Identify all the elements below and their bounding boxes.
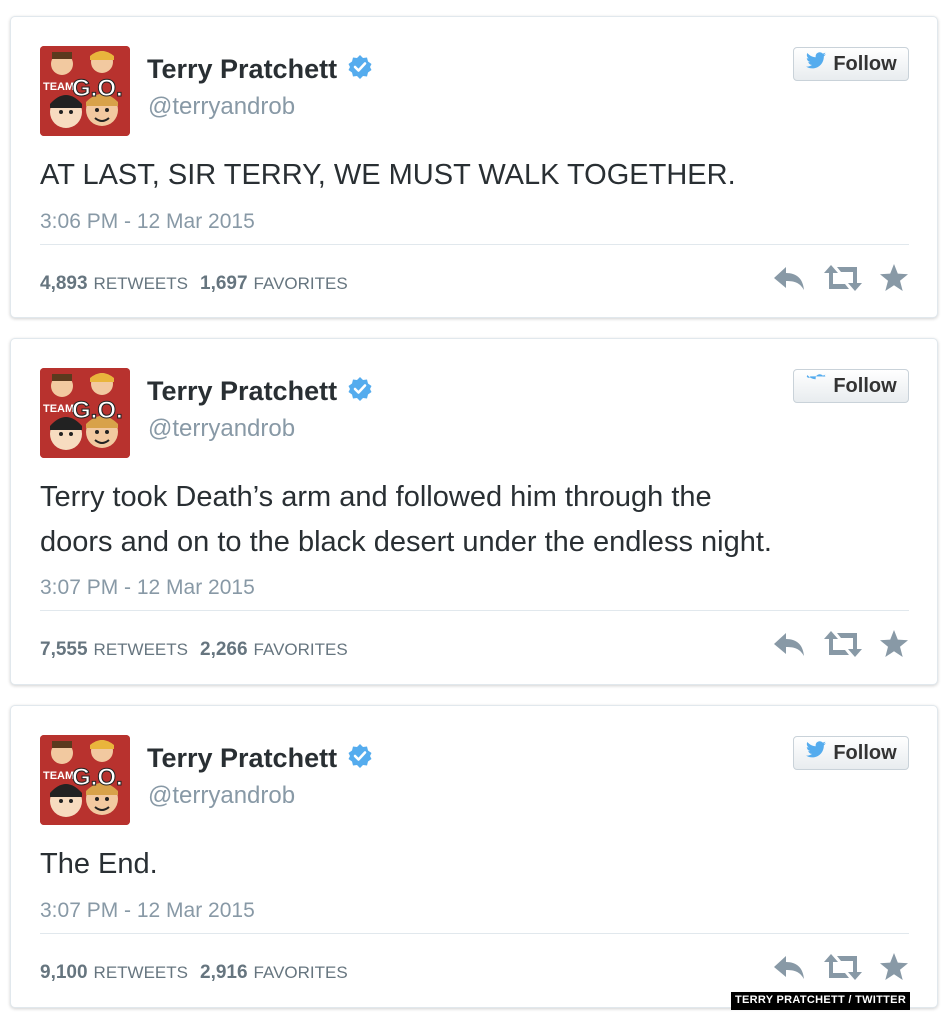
- name-row: Terry Pratchett: [147, 51, 373, 87]
- retweets-label[interactable]: RETWEETS: [94, 963, 188, 983]
- image-credit: TERRY PRATCHETT / TWITTER: [731, 992, 911, 1010]
- retweet-icon[interactable]: [823, 629, 863, 664]
- tweet-stats: 7,555 RETWEETS 2,266 FAVORITES: [40, 639, 360, 661]
- verified-badge-icon: [347, 54, 373, 85]
- user-name[interactable]: Terry Pratchett: [147, 743, 337, 774]
- tweet-card: TEAM G.O. Terry Pratchett @terryandrob F…: [10, 338, 938, 685]
- twitter-bird-icon: [805, 52, 827, 76]
- user-name[interactable]: Terry Pratchett: [147, 54, 337, 85]
- tweet-timestamp[interactable]: 3:07 PM - 12 Mar 2015: [40, 576, 255, 600]
- tweet-actions: [771, 952, 925, 987]
- retweet-count[interactable]: 9,100: [40, 962, 88, 984]
- tweet-text-line: Terry took Death’s arm and followed him …: [40, 481, 712, 513]
- verified-badge-icon: [347, 743, 373, 774]
- retweets-label[interactable]: RETWEETS: [94, 640, 188, 660]
- favorite-count[interactable]: 2,266: [200, 639, 248, 661]
- tweet-timestamp[interactable]: 3:07 PM - 12 Mar 2015: [40, 899, 255, 923]
- tweet-actions: [771, 263, 925, 298]
- avatar[interactable]: TEAM G.O.: [40, 46, 130, 136]
- tweet-text: The End.: [40, 842, 158, 887]
- star-icon[interactable]: [879, 952, 909, 987]
- favorite-count[interactable]: 2,916: [200, 962, 248, 984]
- verified-badge-icon: [347, 376, 373, 407]
- retweet-count[interactable]: 7,555: [40, 639, 88, 661]
- star-icon[interactable]: [879, 629, 909, 664]
- user-handle[interactable]: @terryandrob: [148, 415, 295, 443]
- avatar-go-text: G.O.: [72, 75, 123, 102]
- avatar-team-text: TEAM: [43, 81, 74, 93]
- favorite-count[interactable]: 1,697: [200, 273, 248, 295]
- retweet-count[interactable]: 4,893: [40, 273, 88, 295]
- divider: [40, 610, 909, 611]
- user-name[interactable]: Terry Pratchett: [147, 376, 337, 407]
- avatar[interactable]: TEAM G.O.: [40, 735, 130, 825]
- tweet-card: TEAM G.O. Terry Pratchett @terryandrob F…: [10, 16, 938, 318]
- follow-label: Follow: [833, 741, 897, 764]
- tweet-card: TEAM G.O. Terry Pratchett @terryandrob F…: [10, 705, 938, 1008]
- name-row: Terry Pratchett: [147, 373, 373, 409]
- reply-icon[interactable]: [771, 952, 807, 987]
- twitter-bird-icon: [805, 741, 827, 765]
- reply-icon[interactable]: [771, 629, 807, 664]
- divider: [40, 933, 909, 934]
- tweet-text-line: The End.: [40, 848, 158, 880]
- avatar[interactable]: TEAM G.O.: [40, 368, 130, 458]
- retweets-label[interactable]: RETWEETS: [94, 274, 188, 294]
- reply-icon[interactable]: [771, 263, 807, 298]
- user-handle[interactable]: @terryandrob: [148, 93, 295, 121]
- follow-label: Follow: [833, 52, 897, 75]
- divider: [40, 244, 909, 245]
- tweet-text: AT LAST, SIR TERRY, WE MUST WALK TOGETHE…: [40, 153, 736, 198]
- twitter-bird-icon: [805, 374, 827, 398]
- name-row: Terry Pratchett: [147, 740, 373, 776]
- tweet-text-line: doors and on to the black desert under t…: [40, 526, 772, 558]
- tweet-text-line: AT LAST, SIR TERRY, WE MUST WALK TOGETHE…: [40, 159, 736, 191]
- follow-button[interactable]: Follow: [793, 47, 909, 81]
- star-icon[interactable]: [879, 263, 909, 298]
- follow-label: Follow: [833, 374, 897, 397]
- favorites-label[interactable]: FAVORITES: [254, 640, 348, 660]
- favorites-label[interactable]: FAVORITES: [254, 274, 348, 294]
- follow-button[interactable]: Follow: [793, 369, 909, 403]
- tweet-stats: 9,100 RETWEETS 2,916 FAVORITES: [40, 962, 360, 984]
- tweet-actions: [771, 629, 925, 664]
- user-handle[interactable]: @terryandrob: [148, 782, 295, 810]
- favorites-label[interactable]: FAVORITES: [254, 963, 348, 983]
- tweet-stats: 4,893 RETWEETS 1,697 FAVORITES: [40, 273, 360, 295]
- avatar-team-text: TEAM: [43, 403, 74, 415]
- tweet-text: Terry took Death’s arm and followed him …: [40, 475, 772, 565]
- avatar-go-text: G.O.: [72, 764, 123, 791]
- tweet-timestamp[interactable]: 3:06 PM - 12 Mar 2015: [40, 210, 255, 234]
- retweet-icon[interactable]: [823, 952, 863, 987]
- avatar-team-text: TEAM: [43, 770, 74, 782]
- avatar-go-text: G.O.: [72, 397, 123, 424]
- follow-button[interactable]: Follow: [793, 736, 909, 770]
- retweet-icon[interactable]: [823, 263, 863, 298]
